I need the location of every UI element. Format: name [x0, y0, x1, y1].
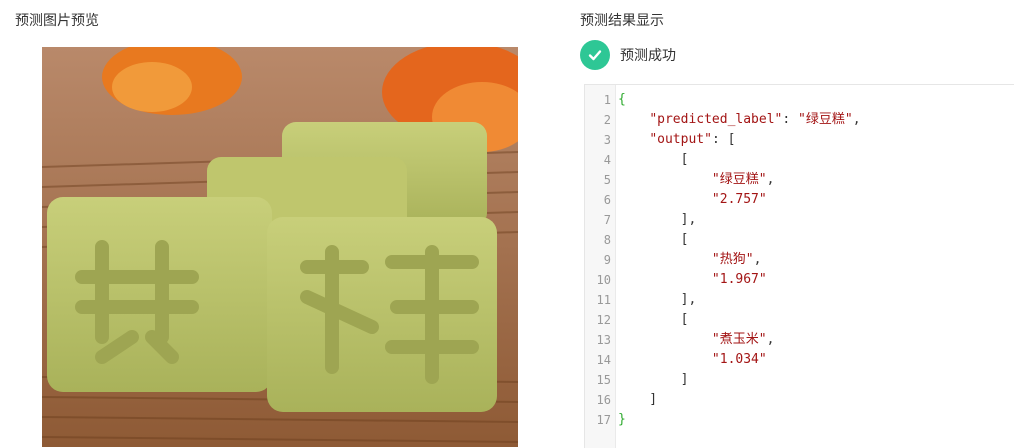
code-token: "1.967"	[711, 272, 767, 287]
line-content: ],	[618, 290, 697, 310]
code-token: "煮玉米"	[711, 332, 767, 347]
line-number: 1	[603, 93, 611, 107]
line-number: 15	[596, 373, 611, 387]
code-token: "绿豆糕"	[798, 112, 853, 127]
check-circle-icon	[580, 40, 610, 70]
line-number: 2	[603, 113, 611, 127]
line-number: 16	[596, 393, 611, 407]
line-number: 12	[596, 313, 611, 327]
code-token: ],	[618, 212, 697, 227]
line-content: "1.967"	[618, 270, 767, 290]
line-content: "1.034"	[618, 350, 767, 370]
line-number: 9	[603, 253, 611, 267]
code-token: ]	[618, 372, 689, 387]
line-number: 3	[603, 133, 611, 147]
line-content: }	[618, 410, 626, 430]
line-content: "热狗",	[618, 250, 761, 270]
line-number: 13	[596, 333, 611, 347]
line-number: 11	[596, 293, 611, 307]
code-token: ,	[852, 112, 861, 127]
line-content: ]	[618, 370, 689, 390]
code-token: {	[618, 92, 626, 107]
line-content: "绿豆糕",	[618, 170, 774, 190]
line-content: {	[618, 90, 626, 110]
code-token: ]	[618, 392, 658, 407]
line-content: ]	[618, 390, 657, 410]
line-number: 5	[603, 173, 611, 187]
status-text: 预测成功	[620, 48, 676, 64]
line-content: "煮玉米",	[618, 330, 774, 350]
preview-image	[42, 47, 518, 447]
line-content: ],	[618, 210, 697, 230]
code-token: "output"	[649, 132, 712, 147]
code-token: [	[618, 232, 689, 247]
result-panel-title: 预测结果显示	[580, 13, 664, 29]
line-number: 17	[596, 413, 611, 427]
code-token: :	[782, 112, 799, 127]
code-token: "2.757"	[711, 192, 767, 207]
code-token: "predicted_label"	[649, 112, 783, 127]
preview-panel-title: 预测图片预览	[15, 13, 99, 29]
line-number: 8	[603, 233, 611, 247]
line-number: 4	[603, 153, 611, 167]
line-number: 7	[603, 213, 611, 227]
line-content: "2.757"	[618, 190, 767, 210]
code-token: "热狗"	[711, 252, 754, 267]
code-token: ,	[766, 172, 775, 187]
code-token: "绿豆糕"	[711, 172, 767, 187]
prediction-status: 预测成功	[580, 40, 676, 70]
code-token: [	[618, 152, 689, 167]
line-content: [	[618, 310, 689, 330]
code-token: ],	[618, 292, 697, 307]
code-token: }	[618, 412, 626, 427]
line-content: [	[618, 230, 689, 250]
code-token: ,	[766, 332, 775, 347]
line-content: "output": [	[618, 130, 735, 150]
line-content: "predicted_label": "绿豆糕",	[618, 110, 861, 130]
json-result-viewer[interactable]: 1 {2 "predicted_label": "绿豆糕", 3 "output":…	[584, 84, 1014, 448]
code-token: ,	[753, 252, 762, 267]
line-number: 14	[596, 353, 611, 367]
line-content: [	[618, 150, 689, 170]
line-number: 6	[603, 193, 611, 207]
code-token: "1.034"	[711, 352, 767, 367]
code-token: : [	[711, 132, 736, 147]
code-token: [	[618, 312, 689, 327]
line-number: 10	[596, 273, 611, 287]
